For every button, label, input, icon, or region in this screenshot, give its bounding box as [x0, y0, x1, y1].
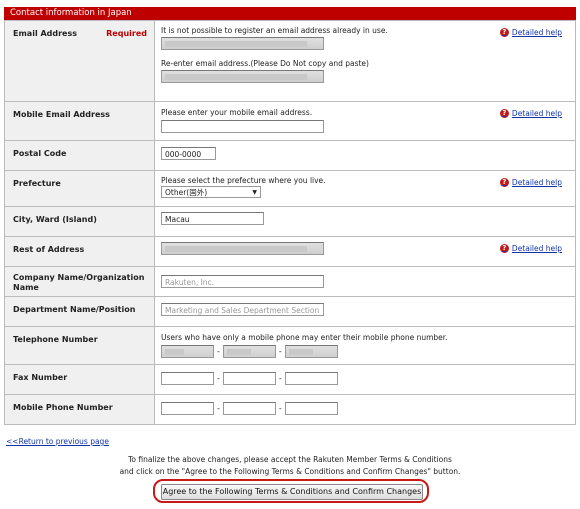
- section-header: Contact information in Japan: [4, 7, 576, 20]
- mobile-email-label: Mobile Email Address: [4, 101, 155, 141]
- telephone-input-3[interactable]: [284, 345, 338, 358]
- postal-row: Postal Code 000-0000: [4, 140, 576, 171]
- question-circle-icon: ?: [499, 178, 509, 187]
- company-input[interactable]: Rakuten, Inc.: [161, 275, 324, 288]
- dash: -: [217, 404, 220, 413]
- return-to-previous-link[interactable]: <<Return to previous page: [6, 437, 109, 446]
- contact-form-table: Email Address Required It is not possibl…: [4, 20, 576, 425]
- rest-address-label: Rest of Address: [4, 236, 155, 267]
- telephone-label: Telephone Number: [4, 326, 155, 365]
- telephone-note: Users who have only a mobile phone may e…: [161, 333, 448, 342]
- mobile-phone-label: Mobile Phone Number: [4, 394, 155, 425]
- required-badge: Required: [106, 29, 147, 38]
- email-row: Email Address Required It is not possibl…: [4, 20, 576, 102]
- mobile-phone-input-3[interactable]: [284, 402, 338, 415]
- city-field-cell: Macau: [154, 206, 576, 237]
- city-label: City, Ward (Island): [4, 206, 155, 237]
- rest-address-help-link[interactable]: ? Detailed help: [499, 244, 562, 253]
- help-link-text: Detailed help: [511, 109, 562, 118]
- fax-input-1[interactable]: [161, 372, 214, 385]
- rest-address-row: Rest of Address ? Detailed help: [4, 236, 576, 267]
- prefecture-selected-value: Other(国外): [165, 187, 208, 197]
- question-circle-icon: ?: [499, 28, 509, 37]
- prefecture-label: Prefecture: [4, 170, 155, 207]
- department-input[interactable]: Marketing and Sales Department Section: [161, 303, 324, 316]
- email-confirm-input[interactable]: [161, 70, 324, 83]
- postal-field-cell: 000-0000: [154, 140, 576, 171]
- city-input[interactable]: Macau: [161, 212, 264, 225]
- email-field-cell: It is not possible to register an email …: [154, 20, 576, 102]
- email-reenter-note: Re-enter email address.(Please Do Not co…: [161, 59, 369, 68]
- company-row: Company Name/Organization Name Rakuten, …: [4, 266, 576, 297]
- mobile-phone-input-2[interactable]: [222, 402, 276, 415]
- agree-button-highlight: Agree to the Following Terms & Condition…: [153, 479, 429, 503]
- dash: -: [217, 374, 220, 383]
- prefecture-row: Prefecture Please select the prefecture …: [4, 170, 576, 207]
- help-link-text: Detailed help: [511, 28, 562, 37]
- email-label-cell: Email Address Required: [4, 20, 155, 102]
- mobile-phone-input-1[interactable]: [161, 402, 214, 415]
- telephone-field-cell: Users who have only a mobile phone may e…: [154, 326, 576, 365]
- dash: -: [278, 374, 282, 383]
- rest-address-input[interactable]: [161, 242, 324, 255]
- mobile-phone-row: Mobile Phone Number - -: [4, 394, 576, 425]
- email-input[interactable]: [161, 37, 324, 50]
- mobile-email-row: Mobile Email Address Please enter your m…: [4, 101, 576, 141]
- telephone-input-1[interactable]: [161, 345, 214, 358]
- mobile-phone-field-cell: - -: [154, 394, 576, 425]
- telephone-row: Telephone Number Users who have only a m…: [4, 326, 576, 365]
- dash: -: [278, 347, 282, 356]
- question-circle-icon: ?: [499, 244, 509, 253]
- department-label: Department Name/Position: [4, 296, 155, 327]
- fax-row: Fax Number - -: [4, 364, 576, 395]
- dash: -: [217, 347, 220, 356]
- city-row: City, Ward (Island) Macau: [4, 206, 576, 237]
- fax-inputs: - -: [161, 372, 575, 385]
- finalize-text-line2: and click on the "Agree to the Following…: [119, 467, 461, 476]
- mobile-email-help-link[interactable]: ? Detailed help: [499, 109, 562, 118]
- dropdown-arrow-icon: ▼: [252, 188, 257, 196]
- prefecture-select[interactable]: Other(国外) ▼: [161, 186, 261, 198]
- company-field-cell: Rakuten, Inc.: [154, 266, 576, 297]
- help-link-text: Detailed help: [511, 244, 562, 253]
- telephone-inputs: - -: [161, 345, 575, 358]
- fax-label: Fax Number: [4, 364, 155, 395]
- fax-input-2[interactable]: [222, 372, 276, 385]
- finalize-text-line1: To finalize the above changes, please ac…: [128, 455, 452, 464]
- department-field-cell: Marketing and Sales Department Section: [154, 296, 576, 327]
- postal-label: Postal Code: [4, 140, 155, 171]
- fax-field-cell: - -: [154, 364, 576, 395]
- department-row: Department Name/Position Marketing and S…: [4, 296, 576, 327]
- postal-code-input[interactable]: 000-0000: [161, 147, 216, 160]
- fax-input-3[interactable]: [284, 372, 338, 385]
- mobile-email-field-cell: Please enter your mobile email address. …: [154, 101, 576, 141]
- email-help-link[interactable]: ? Detailed help: [499, 28, 562, 37]
- company-label: Company Name/Organization Name: [4, 266, 155, 297]
- agree-confirm-button[interactable]: Agree to the Following Terms & Condition…: [161, 484, 423, 500]
- question-circle-icon: ?: [499, 109, 509, 118]
- email-label: Email Address: [13, 29, 78, 38]
- rest-address-field-cell: ? Detailed help: [154, 236, 576, 267]
- prefecture-help-link[interactable]: ? Detailed help: [499, 178, 562, 187]
- dash: -: [278, 404, 282, 413]
- mobile-email-input[interactable]: [161, 120, 324, 133]
- mobile-phone-inputs: - -: [161, 402, 575, 415]
- help-link-text: Detailed help: [511, 178, 562, 187]
- telephone-input-2[interactable]: [222, 345, 276, 358]
- prefecture-field-cell: Please select the prefecture where you l…: [154, 170, 576, 207]
